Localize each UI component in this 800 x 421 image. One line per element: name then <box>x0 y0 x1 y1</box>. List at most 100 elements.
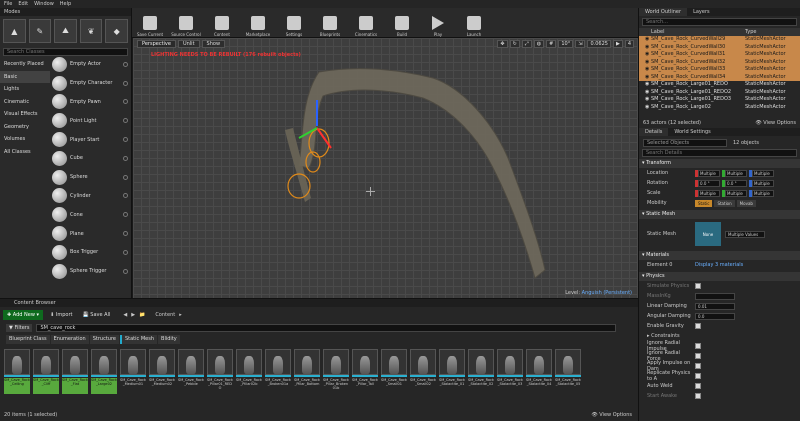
filter-blueprint-class[interactable]: Blueprint Class <box>6 335 50 344</box>
mobility-static[interactable]: Static <box>695 199 713 207</box>
camera-speed-value[interactable]: 4 <box>624 40 634 48</box>
outliner-row[interactable]: ◉ SM_Cave_Rock_Large02 StaticMeshActor <box>639 104 800 112</box>
outliner-row[interactable]: ◉ SM_Cave_Rock_CurvedWall32 StaticMeshActo… <box>639 58 800 66</box>
category-all-classes[interactable]: All Classes <box>0 146 50 159</box>
place-mode-icon[interactable]: ▲ <box>3 19 26 43</box>
content-path[interactable]: Content <box>155 312 175 318</box>
ignore-radial-impulse-checkbox[interactable] <box>695 343 701 349</box>
modes-tab[interactable]: Modes <box>0 8 131 16</box>
outliner-row[interactable]: ◉ SM_Cave_Rock_Large01_REDO2 StaticMeshAct… <box>639 89 800 97</box>
save-all-button[interactable]: 💾 Save All <box>79 312 113 318</box>
play-button[interactable]: Play <box>422 16 454 37</box>
enable-gravity-checkbox[interactable] <box>695 323 701 329</box>
blueprints-button[interactable]: Blueprints <box>314 16 346 37</box>
filter-structure[interactable]: Structure <box>89 335 119 344</box>
help-icon[interactable] <box>123 155 128 161</box>
help-icon[interactable] <box>123 80 128 86</box>
place-item-player-start[interactable]: Player Start <box>50 130 132 149</box>
settings-button[interactable]: Settings <box>278 16 310 37</box>
place-item-plane[interactable]: Plane <box>50 224 132 243</box>
asset-tile[interactable]: SM_Cave_Rock_Medium01 <box>120 349 146 394</box>
mobility-movab[interactable]: Movab <box>736 199 756 207</box>
location-x[interactable]: Multiple <box>695 169 720 177</box>
selected-objects-field[interactable]: Selected Objects <box>643 138 727 147</box>
help-icon[interactable] <box>123 99 128 105</box>
static-mesh-section[interactable]: ▾ Static Mesh <box>639 210 800 219</box>
filters-button[interactable]: ▼ Filters <box>6 323 33 332</box>
outliner-row[interactable]: ◉ SM_Cave_Rock_Large01_REDO3 StaticMeshAct… <box>639 96 800 104</box>
mesh-value-dropdown[interactable]: Multiple Values <box>725 230 765 238</box>
show-button[interactable]: Show <box>201 40 226 48</box>
asset-tile[interactable]: SM_Cave_Rock_Pebble <box>178 349 204 394</box>
rotation-x[interactable]: 0.0 ° <box>695 179 720 187</box>
filter-blidity[interactable]: Blidity <box>158 335 180 344</box>
place-item-cube[interactable]: Cube <box>50 149 132 168</box>
location-z[interactable]: Multiple <box>749 169 774 177</box>
location-y[interactable]: Multiple <box>722 169 747 177</box>
camera-speed-icon[interactable]: ▶ <box>612 40 623 48</box>
menu-window[interactable]: Window <box>34 1 54 7</box>
transform-section[interactable]: ▾ Transform <box>639 159 800 168</box>
paint-mode-icon[interactable]: ✎ <box>28 19 52 43</box>
outliner-view-options-button[interactable]: 👁 View Options <box>755 120 796 126</box>
translate-icon[interactable]: ✥ <box>497 40 508 48</box>
materials-section[interactable]: ▾ Materials <box>639 251 800 260</box>
category-cinematic[interactable]: Cinematic <box>0 96 50 109</box>
place-item-empty-pawn[interactable]: Empty Pawn <box>50 93 132 112</box>
type-column-header[interactable]: Type <box>745 28 756 36</box>
asset-tile[interactable]: SM_Cave_Rock_Ceiling <box>4 349 30 394</box>
cb-view-options-button[interactable]: 👁 View Options <box>591 412 632 418</box>
rotate-icon[interactable]: ↻ <box>509 40 520 48</box>
mobility-station[interactable]: Station <box>714 199 735 207</box>
auto-weld-checkbox[interactable] <box>695 383 701 389</box>
asset-tile[interactable]: SM_Cave_Rock_Large02 <box>91 349 117 394</box>
scale-x[interactable]: Multiple <box>695 189 720 197</box>
physics-section[interactable]: ▾ Physics <box>639 272 800 281</box>
asset-tile[interactable]: SM_Cave_Rock_Small02 <box>410 349 436 394</box>
asset-tile[interactable]: SM_Cave_Rock_Pillar02b <box>236 349 262 394</box>
scale-snap-icon[interactable]: ⇲ <box>575 40 586 48</box>
help-icon[interactable] <box>123 137 128 143</box>
back-icon[interactable]: ◀ <box>123 312 127 318</box>
help-icon[interactable] <box>123 268 128 274</box>
filter-enumeration[interactable]: Enumeration <box>50 335 89 344</box>
tab-world-outliner[interactable]: World Outliner <box>639 8 688 16</box>
level-viewport[interactable]: Perspective Unlit Show ✥ ↻ ⤢ ◍ # 10° ⇲ 0… <box>133 38 638 298</box>
marketplace-button[interactable]: Marketplace <box>242 16 274 37</box>
save-current-button[interactable]: Save Current <box>134 16 166 37</box>
cave-rock-geometry[interactable] <box>133 38 638 298</box>
place-item-sphere-trigger[interactable]: Sphere Trigger <box>50 262 132 281</box>
import-button[interactable]: ⬇ Import <box>47 312 75 318</box>
help-icon[interactable] <box>123 193 128 199</box>
outliner-row[interactable]: ◉ SM_Cave_Rock_CurvedWall30 StaticMeshActo… <box>639 43 800 51</box>
foliage-mode-icon[interactable]: ❦ <box>79 19 103 43</box>
help-icon[interactable] <box>123 61 128 67</box>
outliner-row[interactable]: ◉ SM_Cave_Rock_CurvedWall33 StaticMeshActo… <box>639 66 800 74</box>
asset-tile[interactable]: SM_Cave_Rock_Medium02 <box>149 349 175 394</box>
place-item-sphere[interactable]: Sphere <box>50 168 132 187</box>
place-item-box-trigger[interactable]: Box Trigger <box>50 243 132 262</box>
help-icon[interactable] <box>123 249 128 255</box>
content-button[interactable]: Content <box>206 16 238 37</box>
perspective-button[interactable]: Perspective <box>137 40 176 48</box>
scale-icon[interactable]: ⤢ <box>521 40 532 48</box>
tab-details[interactable]: Details <box>639 128 669 136</box>
category-basic[interactable]: Basic <box>0 70 50 83</box>
outliner-row[interactable]: ◉ SM_Cave_Rock_CurvedWall31 StaticMeshActo… <box>639 51 800 59</box>
asset-tile[interactable]: SM_Cave_Rock_Stalactite_02 <box>468 349 494 394</box>
asset-tile[interactable]: SM_Cave_Rock_Stalactite_04 <box>526 349 552 394</box>
asset-tile[interactable]: SM_Cave_Rock_Flat <box>62 349 88 394</box>
place-item-cone[interactable]: Cone <box>50 205 132 224</box>
asset-tile[interactable]: SM_Cave_Rock_Pillar_Broken01b <box>323 349 349 394</box>
folder-icon[interactable]: 📁 <box>139 312 145 318</box>
asset-tile[interactable]: SM_Cave_Rock_Pillar01_REDO <box>207 349 233 394</box>
angular-damping-field[interactable]: 0.0 <box>695 312 735 320</box>
content-browser-tab[interactable]: Content Browser <box>0 299 638 307</box>
category-recently-placed[interactable]: Recently Placed <box>0 58 50 71</box>
menu-help[interactable]: Help <box>60 1 71 7</box>
simulate-physics-checkbox[interactable] <box>695 283 701 289</box>
place-item-empty-character[interactable]: Empty Character <box>50 74 132 93</box>
details-search-input[interactable]: Search Details <box>642 149 797 157</box>
forward-icon[interactable]: ▶ <box>131 312 135 318</box>
place-item-point-light[interactable]: Point Light <box>50 111 132 130</box>
